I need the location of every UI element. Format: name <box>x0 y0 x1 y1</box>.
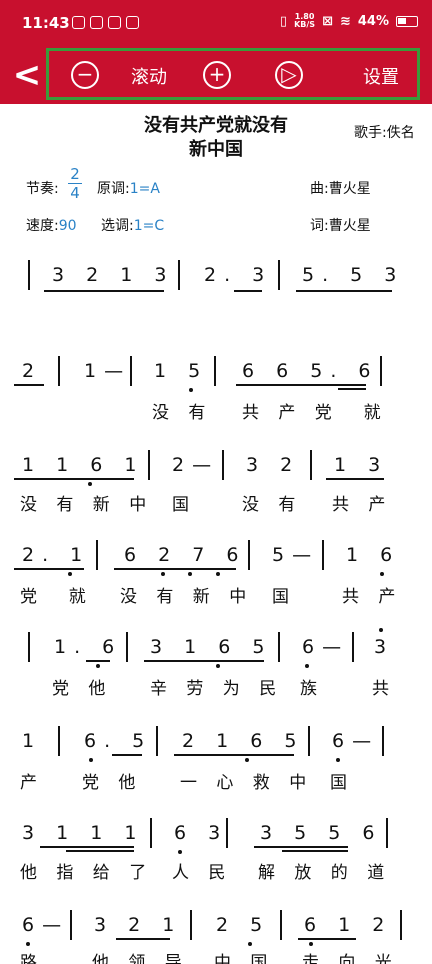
wifi-icon: ≋ <box>339 13 351 29</box>
net-speed: 1.80 KB/S <box>294 12 316 29</box>
measure: 1 1 6 1 <box>22 454 145 476</box>
lyrics: 国 <box>330 773 354 793</box>
controls-highlight: − 滚动 + ▷ 设置 <box>46 48 420 100</box>
measure: 3 <box>374 636 395 658</box>
lyrics: 共 <box>372 679 396 699</box>
back-button[interactable]: < <box>10 57 44 95</box>
play-button[interactable]: ▷ <box>275 61 303 89</box>
measure: 6. 5 <box>84 730 153 752</box>
lyrics: 人 民 <box>172 863 233 883</box>
status-right: ▯ 1.80 KB/S ⊠ ≋ 44% <box>280 13 418 29</box>
measure: 3 5 5 6 <box>260 822 383 844</box>
scroll-button[interactable]: 滚动 <box>131 63 167 89</box>
lyrics: 他 领 导 <box>92 953 189 964</box>
lyrics: 他 指 给 了 <box>20 863 154 883</box>
lyrics: 走 向 光 <box>302 953 399 964</box>
measure: 1 5 <box>154 360 209 382</box>
measure: 5— <box>272 544 320 566</box>
status-time: 11:43 <box>22 14 70 32</box>
measure: 2. 3 <box>204 264 273 286</box>
tempo: 速度:90 <box>26 218 77 234</box>
lyrics: 党 他 <box>52 679 113 699</box>
measure: 1 6 <box>346 544 401 566</box>
lyrics: 党 就 <box>20 587 93 607</box>
lyrics: 共 产 党 就 <box>242 403 388 423</box>
app-notification-icon <box>126 16 139 29</box>
measure: 3 2 <box>246 454 301 476</box>
app-notification-icon <box>72 16 85 29</box>
measure: 2— <box>172 454 220 476</box>
song-title: 没有共产党就没有 新中国 <box>144 115 288 160</box>
lyrics: 没 有 新 中 <box>120 587 254 607</box>
calendar-notification-icon <box>90 16 103 29</box>
measure: 1. 6 <box>54 636 123 658</box>
lyrics: 没 有 <box>152 403 213 423</box>
zoom-in-button[interactable]: + <box>203 61 231 89</box>
measure: 3 1 6 5 <box>150 636 273 658</box>
measure: 1 <box>22 730 43 752</box>
lyrics: 党 他 <box>82 773 143 793</box>
notification-icons <box>72 16 139 29</box>
lyrics: 国 <box>272 587 296 607</box>
lyrics: 共 产 <box>342 587 403 607</box>
measure: 6— <box>22 914 70 936</box>
singer: 歌手:佚名 <box>354 125 415 141</box>
measure: 2 1 6 5 <box>182 730 305 752</box>
battery-icon <box>396 15 418 27</box>
measure: 2. 1 <box>22 544 91 566</box>
composer: 曲:曹火星 <box>310 181 371 197</box>
selected-key: 选调:1=C <box>101 218 165 234</box>
battery-level: 44% <box>357 13 389 29</box>
measure: 3 2 1 <box>94 914 183 936</box>
lyrics: 辛 劳 为 民 <box>150 679 284 699</box>
status-bar: 11:43 ▯ 1.80 KB/S ⊠ ≋ 44% <box>0 0 432 48</box>
lyrics: 一 心 救 中 <box>180 773 314 793</box>
measure: 3 1 1 1 <box>22 822 145 844</box>
settings-button[interactable]: 设置 <box>363 63 399 89</box>
toolbar: < − 滚动 + ▷ 设置 <box>0 48 432 104</box>
measure: 3 2 1 3 <box>52 264 175 286</box>
original-key: 原调:1=A <box>97 181 160 197</box>
measure: 6— <box>302 636 350 658</box>
lyrics: 路 <box>20 953 44 964</box>
measure: 6 6 5. 6 <box>242 360 379 382</box>
lyrics: 国 <box>172 495 196 515</box>
measure: 6 3 <box>174 822 229 844</box>
zoom-out-button[interactable]: − <box>71 61 99 89</box>
measure: 2 5 <box>216 914 271 936</box>
lyricist: 词:曹火星 <box>310 218 371 234</box>
lyrics: 中 国 <box>214 953 275 964</box>
vibrate-icon: ▯ <box>279 13 288 29</box>
lyrics: 没 有 新 中 <box>20 495 154 515</box>
lyrics: 没 有 <box>242 495 303 515</box>
sim-icon: ⊠ <box>322 13 333 29</box>
measure: 2 <box>22 360 43 382</box>
lyrics: 解 放 的 道 <box>258 863 392 883</box>
measure: 5. 5 3 <box>302 264 405 286</box>
time-signature: 2 4 <box>68 166 82 201</box>
measure: 6 1 2 <box>304 914 393 936</box>
lyrics: 产 <box>20 773 44 793</box>
measure: 1 3 <box>334 454 389 476</box>
lyrics: 共 产 <box>332 495 393 515</box>
measure: 6— <box>332 730 380 752</box>
tiktok-notification-icon <box>108 16 121 29</box>
lyrics: 族 <box>300 679 324 699</box>
measure: 1— <box>84 360 132 382</box>
meter-label: 节奏: <box>26 181 59 197</box>
measure: 6 2 7 6 <box>124 544 247 566</box>
